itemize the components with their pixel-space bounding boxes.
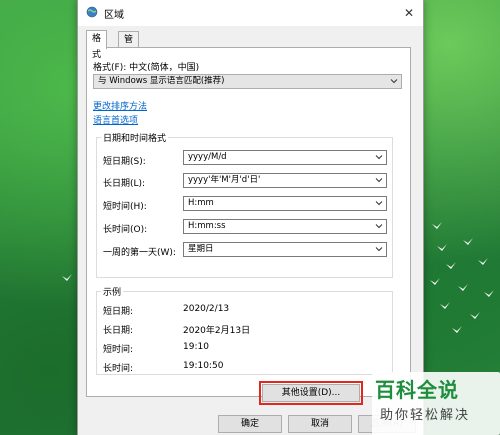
long-date-label: 长日期(L):: [103, 179, 146, 189]
close-icon[interactable]: ✕: [395, 0, 423, 26]
format-dropdown[interactable]: 与 Windows 显示语言匹配(推荐): [93, 74, 402, 89]
examples-group: 示例 短日期: 2020/2/13 长日期: 2020年2月13日 短时间: 1…: [96, 285, 393, 375]
bird-icon: [446, 262, 456, 270]
chevron-down-icon: [375, 153, 383, 161]
example-long-time-value: 19:10:50: [183, 361, 224, 371]
region-dialog: 区域 ✕ 格式 管理 格式(F): 中文(简体，中国) 与 Windows 显示…: [77, 0, 424, 435]
watermark-logo: 百科全说 助你轻松解决: [372, 372, 500, 435]
first-day-value: 星期日: [188, 244, 214, 254]
chevron-down-icon: [375, 222, 383, 230]
chevron-down-icon: [375, 199, 383, 207]
example-long-time-label: 长时间:: [103, 364, 134, 374]
example-short-date-label: 短日期:: [103, 307, 134, 317]
bird-icon: [470, 312, 480, 320]
chevron-down-icon: [375, 176, 383, 184]
language-preferences-link[interactable]: 语言首选项: [93, 113, 138, 126]
format-panel: 格式(F): 中文(简体，中国) 与 Windows 显示语言匹配(推荐) 更改…: [86, 47, 411, 405]
short-date-value: yyyy/M/d: [188, 152, 227, 162]
format-dropdown-value: 与 Windows 显示语言匹配(推荐): [98, 76, 225, 86]
example-long-date-label: 长日期:: [103, 326, 134, 336]
format-label: 格式(F): 中文(简体，中国): [93, 63, 200, 73]
tab-manage[interactable]: 管理: [118, 31, 140, 61]
change-sort-link[interactable]: 更改排序方法: [93, 99, 147, 112]
bird-icon: [62, 274, 72, 282]
chevron-down-icon: [390, 77, 398, 85]
globe-icon: [86, 6, 98, 18]
group-title: 示例: [101, 285, 124, 298]
watermark-main-text: 百科全说: [375, 378, 459, 402]
long-date-dropdown[interactable]: yyyy'年'M'月'd'日': [183, 173, 387, 188]
bird-icon: [440, 302, 450, 310]
bird-icon: [458, 284, 468, 292]
short-time-value: H:mm: [188, 198, 214, 208]
ok-button[interactable]: 确定: [218, 415, 282, 433]
long-time-value: H:mm:ss: [188, 221, 226, 231]
bird-icon: [452, 326, 462, 334]
short-time-label: 短时间(H):: [103, 202, 147, 212]
long-time-dropdown[interactable]: H:mm:ss: [183, 219, 387, 234]
chevron-down-icon: [375, 245, 383, 253]
other-settings-button[interactable]: 其他设置(D)...: [259, 381, 363, 405]
tab-format[interactable]: 格式: [86, 30, 108, 60]
cancel-button[interactable]: 取消: [288, 415, 352, 433]
bird-icon: [430, 278, 440, 286]
title-bar[interactable]: 区域 ✕: [78, 0, 423, 26]
bird-icon: [432, 222, 442, 230]
datetime-format-group: 日期和时间格式 短日期(S): yyyy/M/d 长日期(L): yyyy'年'…: [96, 131, 393, 278]
first-day-dropdown[interactable]: 星期日: [183, 242, 387, 257]
example-short-date-value: 2020/2/13: [183, 304, 230, 314]
window-title: 区域: [104, 10, 124, 21]
bird-icon: [478, 258, 488, 266]
long-time-label: 长时间(O):: [103, 225, 148, 235]
example-long-date-value: 2020年2月13日: [183, 326, 251, 336]
bird-icon: [484, 290, 494, 298]
long-date-value: yyyy'年'M'月'd'日': [188, 175, 261, 185]
bird-icon: [437, 244, 447, 252]
example-short-time-value: 19:10: [183, 342, 209, 352]
short-time-dropdown[interactable]: H:mm: [183, 196, 387, 211]
group-title: 日期和时间格式: [101, 131, 169, 144]
first-day-label: 一周的第一天(W):: [103, 248, 176, 258]
bird-icon: [463, 238, 473, 246]
example-short-time-label: 短时间:: [103, 345, 134, 355]
short-date-dropdown[interactable]: yyyy/M/d: [183, 150, 387, 165]
watermark-sub-text: 助你轻松解决: [380, 408, 471, 423]
short-date-label: 短日期(S):: [103, 157, 146, 167]
